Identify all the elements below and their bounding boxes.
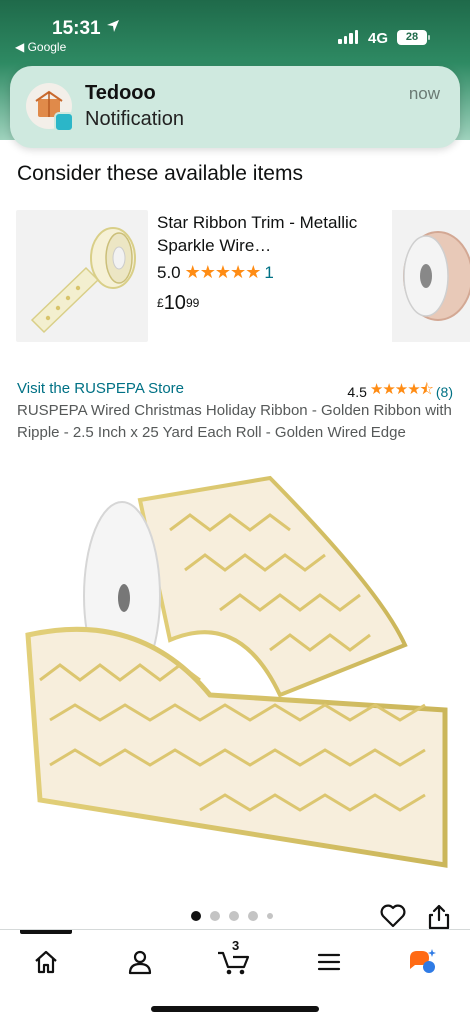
main-rating-value: 4.5 — [347, 383, 367, 400]
price-whole: 10 — [163, 292, 186, 314]
notification-banner[interactable]: Tedooo Notification now — [10, 66, 460, 148]
carousel-dot[interactable] — [248, 911, 258, 921]
product-image-pink-ribbon[interactable] — [392, 210, 470, 342]
notification-time: now — [408, 84, 440, 103]
main-review-count: (8) — [435, 383, 453, 400]
location-arrow-icon — [106, 19, 120, 38]
carousel-dot[interactable] — [210, 911, 220, 921]
battery-tip — [428, 35, 430, 40]
rufus-icon[interactable] — [402, 942, 442, 982]
home-indicator[interactable] — [151, 1006, 319, 1012]
carousel-dot[interactable] — [267, 913, 273, 919]
main-product-title: RUSPEPA Wired Christmas Holiday Ribbon -… — [17, 402, 452, 441]
status-time: 15:31 — [52, 18, 101, 39]
visit-store-link[interactable]: Visit the RUSPEPA Store — [17, 380, 184, 397]
consider-section-title: Consider these available items — [17, 162, 303, 185]
product-rating[interactable]: 5.0 ★★★★★ 1 — [157, 262, 274, 283]
home-icon[interactable] — [26, 942, 66, 982]
network-type: 4G — [368, 30, 389, 47]
star-rating-icon: ★★★★★ — [184, 262, 262, 282]
product-name[interactable]: Star Ribbon Trim - Metallic Sparkle Wire… — [157, 211, 367, 257]
battery-icon: 28 — [397, 30, 427, 45]
back-to-app-link[interactable]: ◀ Google — [15, 40, 66, 54]
price-fraction: 99 — [185, 296, 200, 310]
signal-icon — [338, 30, 358, 44]
cart-count-badge: 3 — [232, 938, 240, 953]
notification-app-name: Tedooo — [85, 82, 156, 104]
carousel-dot[interactable] — [191, 911, 201, 921]
product-rating-value: 5.0 — [157, 262, 181, 282]
product-hero-image[interactable] — [20, 470, 450, 870]
notification-body: Notification — [85, 108, 184, 130]
notification-badge-icon — [54, 112, 74, 132]
menu-icon[interactable] — [309, 942, 349, 982]
product-review-count: 1 — [264, 262, 274, 282]
account-icon[interactable] — [120, 942, 160, 982]
product-image-star-ribbon[interactable] — [16, 210, 148, 342]
carousel-dot[interactable] — [229, 911, 239, 921]
image-carousel-dots[interactable] — [191, 911, 273, 921]
product-price: £1099 — [157, 292, 199, 315]
price-currency: £ — [157, 296, 164, 310]
active-tab-indicator — [20, 930, 72, 934]
